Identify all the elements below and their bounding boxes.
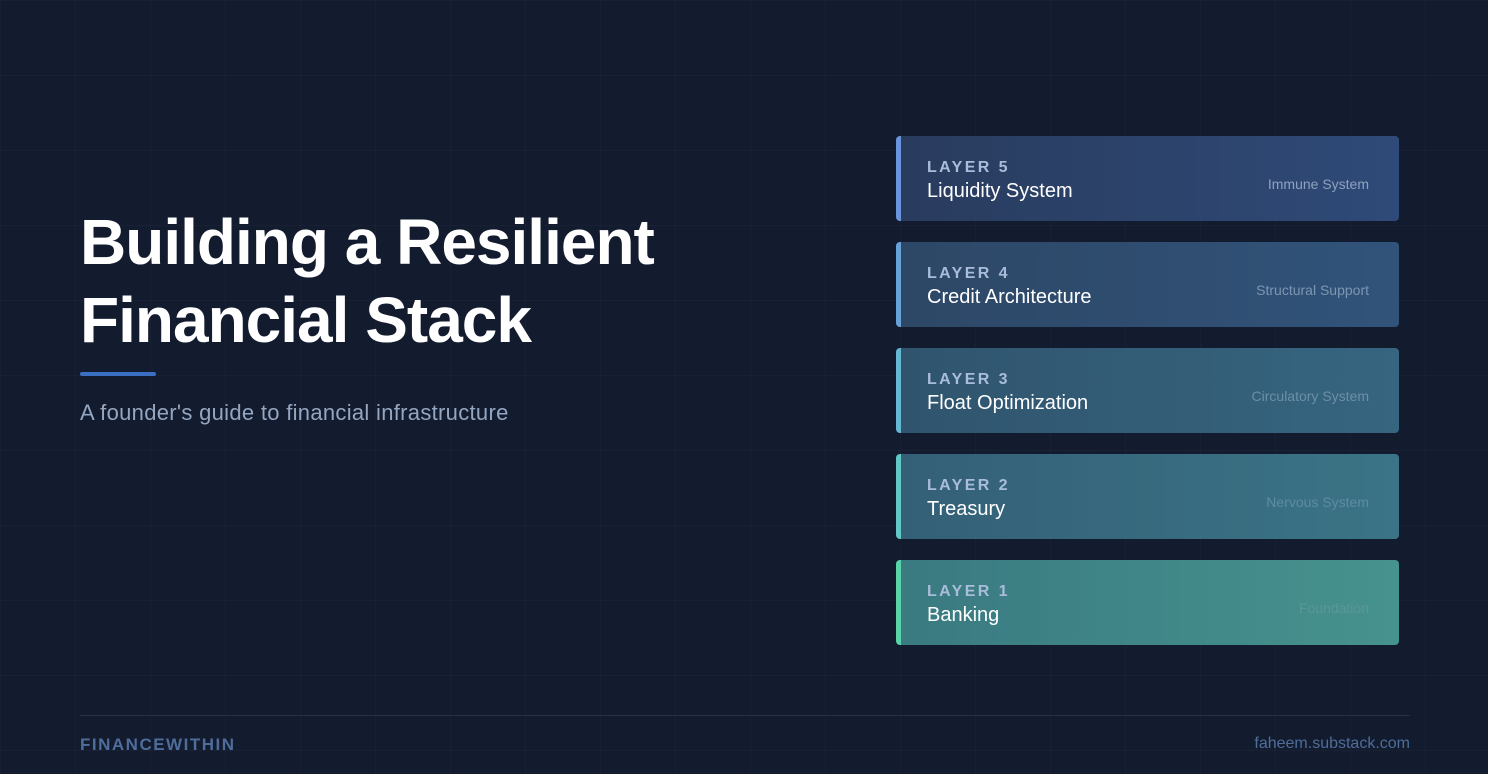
layer-card-5: LAYER 5 Liquidity System Immune System xyxy=(896,136,1399,221)
layer-role: Immune System xyxy=(1267,176,1369,192)
layer-tag: LAYER 5 xyxy=(927,159,1010,176)
layer-name: Credit Architecture xyxy=(927,286,1092,308)
layer-tag: LAYER 2 xyxy=(927,477,1010,494)
subtitle: A founder's guide to financial infrastru… xyxy=(80,400,509,425)
layer-role: Foundation xyxy=(1298,600,1369,616)
title-line-2: Financial Stack xyxy=(80,284,532,356)
title-accent-rule xyxy=(80,372,156,376)
layer-name: Float Optimization xyxy=(927,392,1089,414)
page-title: Building a Resilient Financial Stack xyxy=(80,203,655,359)
title-line-1: Building a Resilient xyxy=(80,206,655,278)
layer-card-1: LAYER 1 Banking Foundation xyxy=(896,560,1399,645)
layer-card-4: LAYER 4 Credit Architecture Structural S… xyxy=(896,242,1399,327)
layer-role: Nervous System xyxy=(1266,494,1369,510)
footer-divider xyxy=(80,715,1410,716)
layer-tag: LAYER 1 xyxy=(927,583,1010,600)
layer-stack: LAYER 5 Liquidity System Immune System L… xyxy=(896,136,1399,645)
layer-name: Banking xyxy=(927,604,1000,626)
layer-role: Structural Support xyxy=(1256,282,1369,298)
layer-tag: LAYER 3 xyxy=(927,371,1010,388)
layer-card-3: LAYER 3 Float Optimization Circulatory S… xyxy=(896,348,1399,433)
layer-name: Liquidity System xyxy=(927,180,1073,202)
brand-name: FINANCEWITHIN xyxy=(80,735,236,754)
layer-tag: LAYER 4 xyxy=(927,265,1010,282)
layer-name: Treasury xyxy=(927,498,1006,520)
layer-card-2: LAYER 2 Treasury Nervous System xyxy=(896,454,1399,539)
site-link[interactable]: faheem.substack.com xyxy=(1254,735,1410,753)
layer-role: Circulatory System xyxy=(1251,388,1369,404)
